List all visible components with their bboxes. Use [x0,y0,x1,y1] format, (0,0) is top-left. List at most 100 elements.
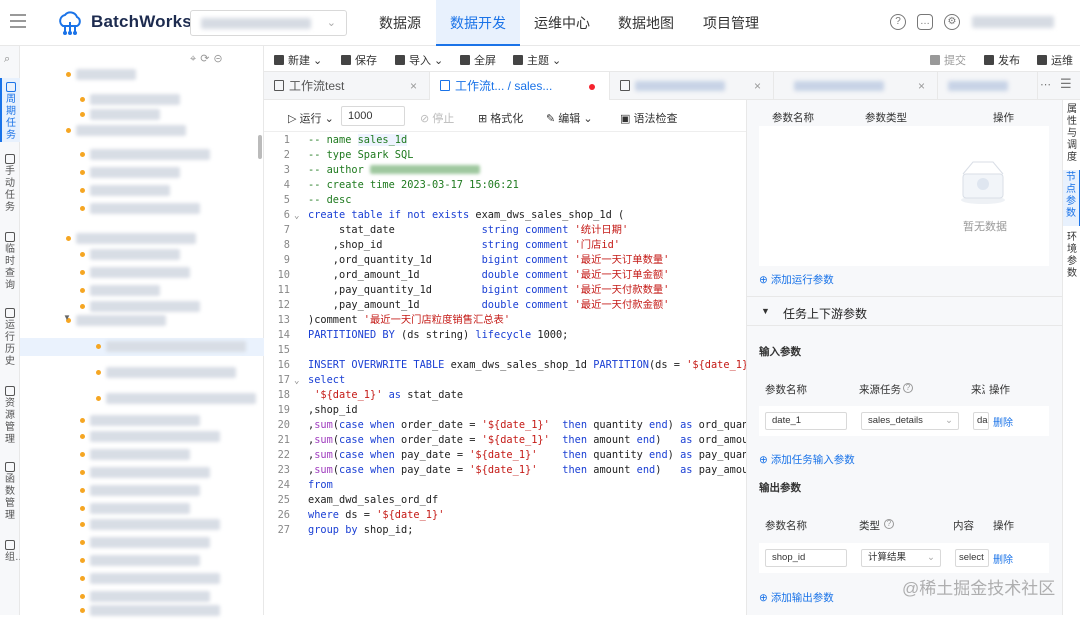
search-icon[interactable]: ⌕ [4,53,10,66]
run-params-header: 参数名称 参数类型 操作 [772,112,1014,124]
tree-item[interactable] [20,534,264,552]
tree-item[interactable] [20,246,264,264]
tree-item[interactable] [20,364,264,382]
fold-icon[interactable]: ⌄ [294,209,308,224]
tree-scrollbar[interactable] [258,135,262,159]
save-button[interactable]: 保存 [341,52,377,68]
chevron-down-icon: ⌄ [927,552,935,563]
watermark: @稀土掘金技术社区 [902,579,1056,598]
delete-output-param-button[interactable]: 删除 [993,551,1013,566]
help-icon[interactable]: ? [884,519,894,529]
menu-icon[interactable] [10,14,26,28]
tree-item[interactable] [20,482,264,500]
tree-item[interactable] [20,552,264,570]
rail-item-resource-mgmt[interactable]: 资源管理 [0,386,20,450]
ops-button[interactable]: 运维 [1037,52,1073,68]
nav-tab-project-mgmt[interactable]: 项目管理 [690,0,772,46]
edit-button[interactable]: ✎ 编辑 ⌄ [546,110,593,126]
tree-item[interactable] [20,146,264,164]
nav-tab-ops-center[interactable]: 运维中心 [522,0,602,46]
tree-item[interactable] [20,164,264,182]
task-status-dot-icon [80,170,85,175]
tree-item[interactable] [20,200,264,218]
new-button[interactable]: 新建 ⌄ [274,52,322,68]
stop-icon: ⊘ [420,113,433,125]
tree-item[interactable] [20,338,264,356]
run-button[interactable]: ▷ 运行 ⌄ [288,110,334,126]
tree-item[interactable] [20,464,264,482]
message-icon[interactable]: … [917,14,933,30]
side-tab-node-params[interactable]: 节点参数 [1063,170,1080,226]
task-status-dot-icon [80,188,85,193]
syntax-check-button[interactable]: ▣ 语法检查 [620,110,677,126]
output-type-select[interactable]: 计算结果 ⌄ [861,549,941,567]
project-select[interactable]: ⌄ [190,10,347,36]
tree-item[interactable] [20,122,264,140]
publish-button[interactable]: 发布 [984,52,1020,68]
task-status-dot-icon [80,594,85,599]
task-status-dot-icon [80,418,85,423]
code-editor[interactable]: 1 -- name sales_1d 2 -- type Spark SQL 3 --… [264,132,746,615]
close-icon[interactable]: × [754,72,761,100]
format-button[interactable]: ⊞ 格式化 [478,110,523,126]
nav-tab-data-map[interactable]: 数据地图 [606,0,686,46]
tree-item[interactable] [20,390,264,408]
tree-tools[interactable]: ⌖⟳⊝ [190,52,227,66]
upstream-section-header[interactable]: ▼ 任务上下游参数 [747,296,1063,326]
tree-item[interactable] [20,570,264,588]
help-icon[interactable]: ? [890,14,906,30]
tree-item[interactable] [20,312,264,330]
rail-item-periodic-tasks[interactable]: 周期任务 [0,78,20,142]
task-status-dot-icon [80,488,85,493]
param-panel: 参数名称 参数类型 操作 暂无数据 添加运行参数 ▼ 任务上下游参数 输入参数 … [746,100,1063,615]
tree-item[interactable] [20,264,264,282]
fold-icon[interactable]: ⌄ [294,374,308,389]
rail-item-function-mgmt[interactable]: 函数管理 [0,462,20,526]
file-tab-5[interactable] [938,72,1038,100]
tree-item[interactable] [20,182,264,200]
file-tab-3[interactable]: × [610,72,774,100]
tree-item[interactable] [20,428,264,446]
tree-item[interactable] [20,446,264,464]
fullscreen-button[interactable]: 全屏 [460,52,496,68]
tree-item[interactable] [20,66,264,84]
help-icon[interactable]: ? [903,383,913,393]
side-tab-properties[interactable]: 属性与调度 [1063,104,1080,164]
add-run-param-link[interactable]: 添加运行参数 [759,272,834,287]
tab-list-icon[interactable]: ☰ [1060,76,1072,92]
nav-tab-datasource[interactable]: 数据源 [366,0,434,46]
user-name[interactable] [972,16,1054,28]
task-status-dot-icon [80,112,85,117]
output-param-name[interactable]: shop_id [765,549,847,567]
output-content-field[interactable]: select [955,549,989,567]
file-tab-sales[interactable]: 工作流t... / sales... [430,72,610,100]
add-output-param-link[interactable]: 添加输出参数 [759,590,834,605]
theme-button[interactable]: 主题 ⌄ [513,52,561,68]
rail-item-run-history[interactable]: 运行历史 [0,308,20,372]
task-status-dot-icon [80,576,85,581]
add-task-input-param-link[interactable]: 添加任务输入参数 [759,452,855,467]
tree-item[interactable] [20,602,264,620]
delete-input-param-button[interactable]: 删除 [993,414,1013,429]
stop-button[interactable]: ⊘ 停止 [420,110,454,126]
import-button[interactable]: 导入 ⌄ [395,52,443,68]
close-icon[interactable]: × [410,72,417,100]
rail-item-manual-tasks[interactable]: 手动任务 [0,154,20,218]
close-icon[interactable]: × [918,72,925,100]
rail-item-temp-query[interactable]: 临时查询 [0,232,20,296]
file-tab-workflow-test[interactable]: 工作流test × [264,72,430,100]
side-tab-env-params[interactable]: 环境参数 [1063,232,1080,288]
source-field[interactable]: da [973,412,989,430]
nav-tab-data-dev[interactable]: 数据开发 [436,0,520,46]
tab-more-icon[interactable]: ⋯ [1040,78,1051,91]
limit-input[interactable] [341,106,405,126]
rail-item-group[interactable]: 组… [0,540,25,580]
submit-button[interactable]: 提交 [930,52,966,68]
task-status-dot-icon [80,97,85,102]
gear-icon[interactable]: ⚙ [944,14,960,30]
input-param-name[interactable]: date_1 [765,412,847,430]
file-tab-4[interactable]: × [774,72,938,100]
caret-down-icon[interactable]: ▼ [63,313,71,322]
source-task-select[interactable]: sales_details ⌄ [861,412,959,430]
tree-item[interactable] [20,516,264,534]
